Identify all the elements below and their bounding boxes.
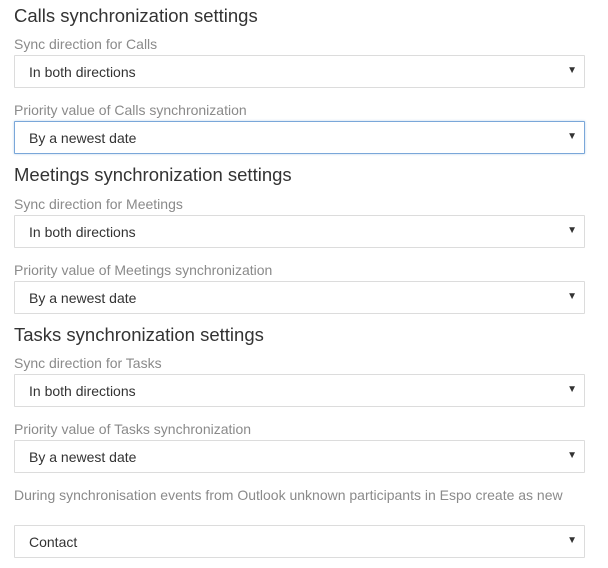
meetings-priority-value: By a newest date — [29, 290, 137, 306]
chevron-down-icon: ▼ — [567, 384, 577, 395]
meetings-sync-direction-select[interactable]: In both directions ▼ — [14, 215, 585, 248]
unknown-participants-label: During synchronisation events from Outlo… — [14, 487, 563, 503]
meetings-sync-direction-label: Sync direction for Meetings — [14, 196, 183, 212]
unknown-participants-value: Contact — [29, 534, 78, 550]
chevron-down-icon: ▼ — [567, 65, 577, 76]
calls-priority-label: Priority value of Calls synchronization — [14, 102, 247, 118]
calls-section-title: Calls synchronization settings — [14, 5, 258, 26]
calls-priority-select[interactable]: By a newest date ▼ — [14, 121, 585, 154]
meetings-sync-direction-value: In both directions — [29, 224, 136, 240]
calls-sync-direction-value: In both directions — [29, 64, 136, 80]
meetings-priority-label: Priority value of Meetings synchronizati… — [14, 262, 273, 278]
chevron-down-icon: ▼ — [567, 131, 577, 142]
tasks-priority-select[interactable]: By a newest date ▼ — [14, 440, 585, 473]
chevron-down-icon: ▼ — [567, 225, 577, 236]
meetings-priority-select[interactable]: By a newest date ▼ — [14, 281, 585, 314]
calls-priority-value: By a newest date — [29, 130, 137, 146]
unknown-participants-select[interactable]: Contact ▼ — [14, 525, 585, 558]
tasks-sync-direction-label: Sync direction for Tasks — [14, 355, 162, 371]
meetings-section-title: Meetings synchronization settings — [14, 164, 292, 185]
tasks-sync-direction-select[interactable]: In both directions ▼ — [14, 374, 585, 407]
calls-sync-direction-select[interactable]: In both directions ▼ — [14, 55, 585, 88]
calls-sync-direction-label: Sync direction for Calls — [14, 36, 158, 52]
tasks-priority-label: Priority value of Tasks synchronization — [14, 421, 252, 437]
tasks-sync-direction-value: In both directions — [29, 383, 136, 399]
tasks-section-title: Tasks synchronization settings — [14, 324, 264, 345]
chevron-down-icon: ▼ — [567, 291, 577, 302]
chevron-down-icon: ▼ — [567, 450, 577, 461]
chevron-down-icon: ▼ — [567, 535, 577, 546]
tasks-priority-value: By a newest date — [29, 449, 137, 465]
